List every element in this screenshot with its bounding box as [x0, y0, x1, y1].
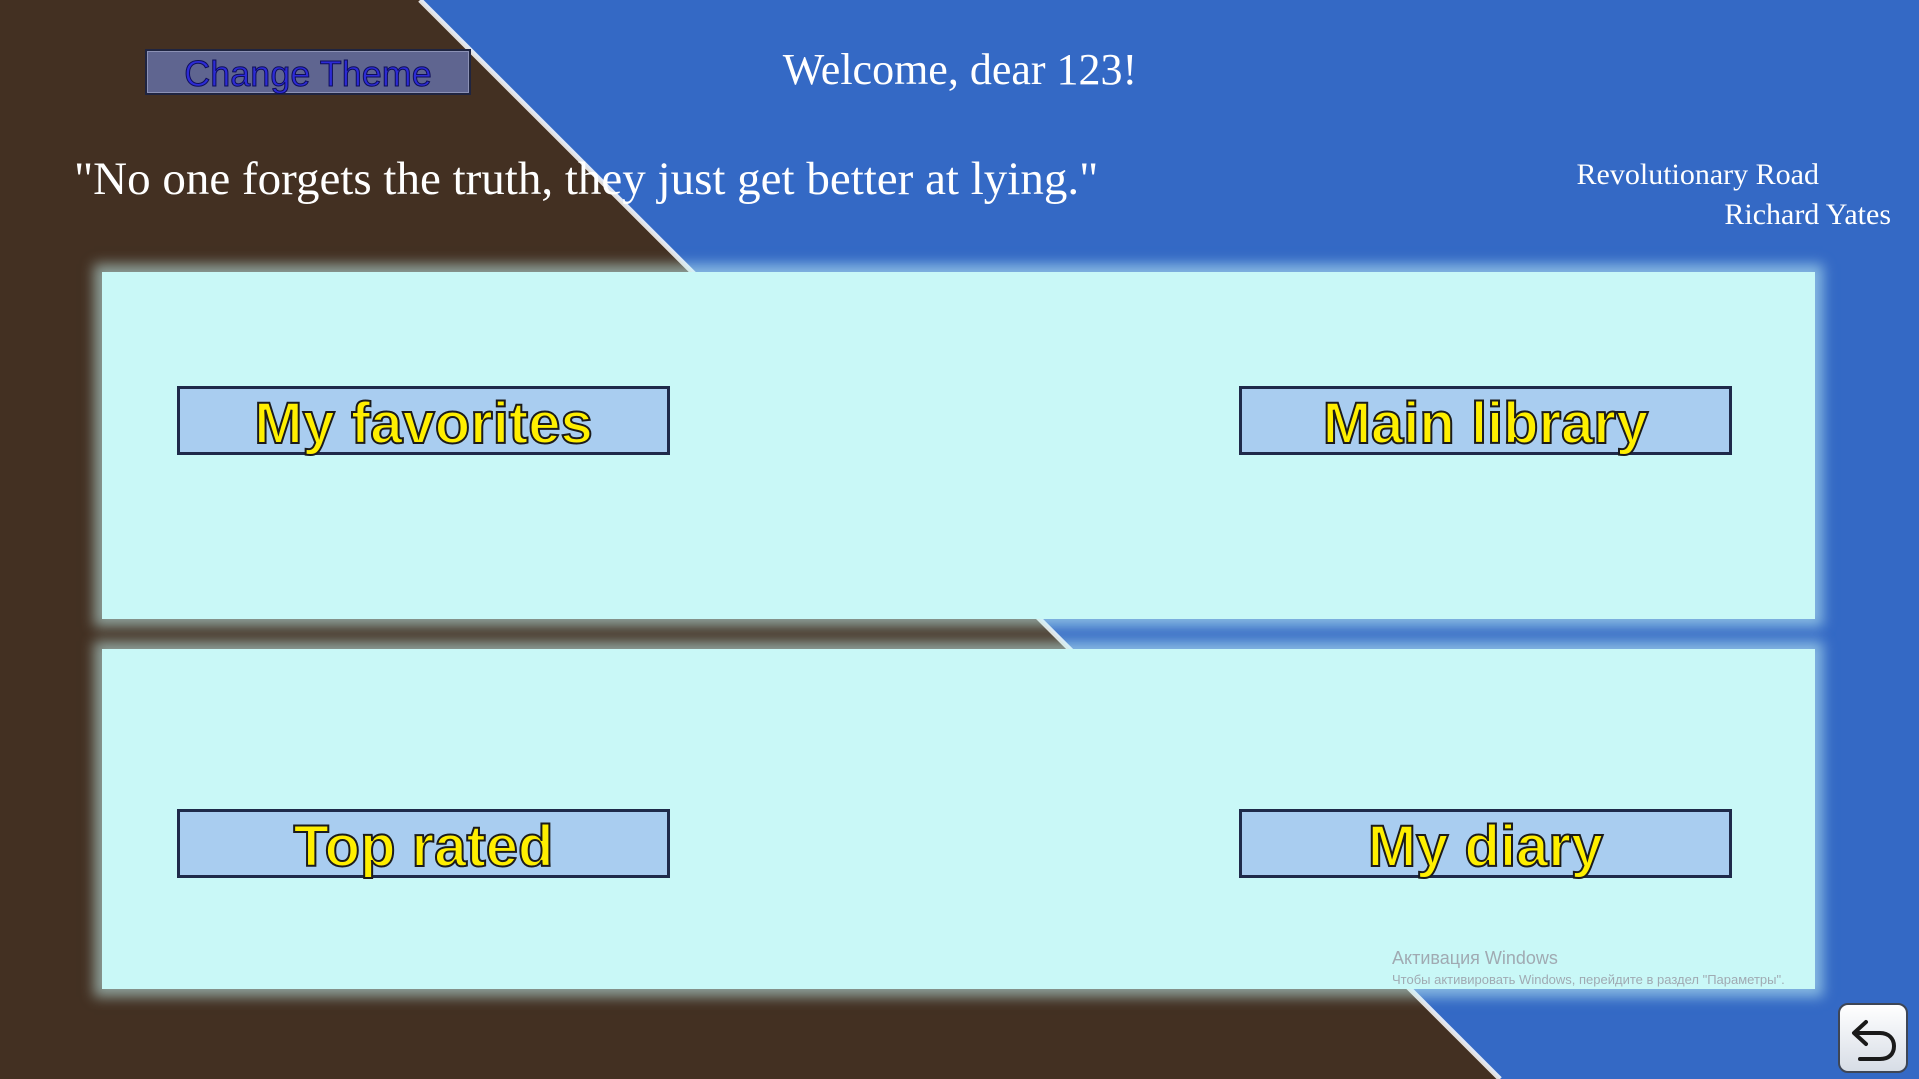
quote-text: "No one forgets the truth, they just get…: [74, 153, 1099, 205]
windows-activation-watermark: Активация Windows Чтобы активировать Win…: [1392, 948, 1785, 987]
back-button[interactable]: [1838, 1003, 1908, 1073]
back-arrow-icon: [1852, 1020, 1897, 1061]
quote-book-title: Revolutionary Road: [1576, 158, 1819, 191]
watermark-subtitle: Чтобы активировать Windows, перейдите в …: [1392, 972, 1785, 987]
my-favorites-button[interactable]: My favorites: [177, 386, 670, 457]
main-library-button[interactable]: Main library: [1239, 386, 1732, 457]
watermark-title: Активация Windows: [1392, 948, 1558, 968]
welcome-message: Welcome, dear 123!: [782, 45, 1138, 94]
top-rated-button[interactable]: Top rated: [177, 809, 670, 880]
my-diary-button[interactable]: My diary: [1239, 809, 1732, 880]
quote-book-author: Richard Yates: [1724, 198, 1891, 231]
change-theme-button[interactable]: Change Theme: [145, 49, 471, 95]
